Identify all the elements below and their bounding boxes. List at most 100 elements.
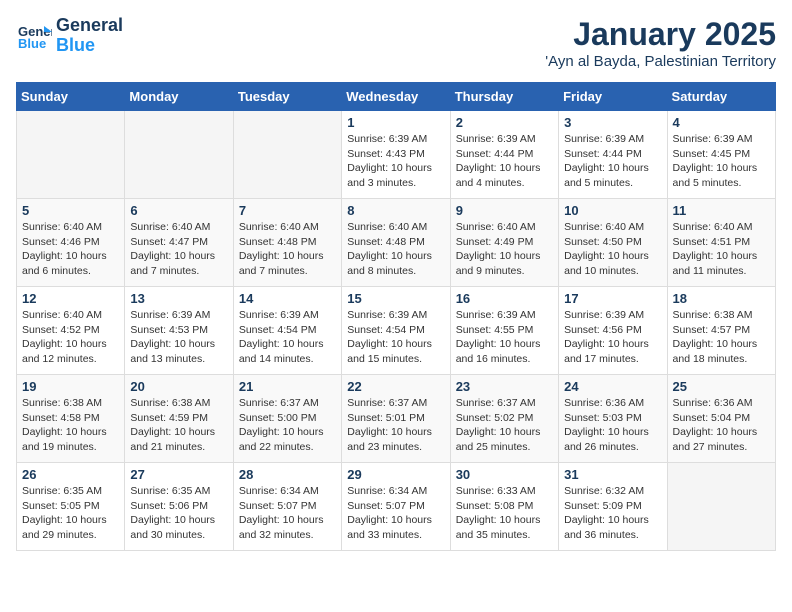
calendar-cell: 1Sunrise: 6:39 AM Sunset: 4:43 PM Daylig… bbox=[342, 111, 450, 199]
calendar-cell: 27 Sunrise: 6:35 AM Sunset: 5:06 PM Dayli… bbox=[125, 463, 233, 551]
day-number: 6 bbox=[130, 203, 227, 218]
day-number: 9 bbox=[456, 203, 553, 218]
calendar-table: SundayMondayTuesdayWednesdayThursdayFrid… bbox=[16, 82, 776, 551]
day-info: Sunrise: 6:40 AM Sunset: 4:48 PM Dayligh… bbox=[239, 220, 336, 279]
calendar-week-5: 26 Sunrise: 6:35 AM Sunset: 5:05 PM Dayli… bbox=[17, 463, 776, 551]
day-number: 5 bbox=[22, 203, 119, 218]
calendar-cell: 22Sunrise: 6:37 AM Sunset: 5:01 PM Dayli… bbox=[342, 375, 450, 463]
day-info: Sunrise: 6:39 AM Sunset: 4:44 PM Dayligh… bbox=[564, 132, 661, 191]
calendar-week-1: 1Sunrise: 6:39 AM Sunset: 4:43 PM Daylig… bbox=[17, 111, 776, 199]
calendar-cell: 8 Sunrise: 6:40 AM Sunset: 4:48 PM Daylig… bbox=[342, 199, 450, 287]
calendar-cell: 15Sunrise: 6:39 AM Sunset: 4:54 PM Dayli… bbox=[342, 287, 450, 375]
day-info: Sunrise: 6:39 AM Sunset: 4:44 PM Dayligh… bbox=[456, 132, 553, 191]
location: 'Ayn al Bayda, Palestinian Territory bbox=[545, 53, 776, 70]
calendar-week-3: 12 Sunrise: 6:40 AM Sunset: 4:52 PM Dayli… bbox=[17, 287, 776, 375]
calendar-cell: 24 Sunrise: 6:36 AM Sunset: 5:03 PM Dayli… bbox=[559, 375, 667, 463]
calendar-cell: 26 Sunrise: 6:35 AM Sunset: 5:05 PM Dayli… bbox=[17, 463, 125, 551]
calendar-cell: 14Sunrise: 6:39 AM Sunset: 4:54 PM Dayli… bbox=[233, 287, 341, 375]
title-area: January 2025 'Ayn al Bayda, Palestinian … bbox=[545, 16, 776, 70]
calendar-cell: 17Sunrise: 6:39 AM Sunset: 4:56 PM Dayli… bbox=[559, 287, 667, 375]
day-info: Sunrise: 6:36 AM Sunset: 5:03 PM Dayligh… bbox=[564, 396, 661, 455]
weekday-header-row: SundayMondayTuesdayWednesdayThursdayFrid… bbox=[17, 83, 776, 111]
logo-text: GeneralBlue bbox=[56, 16, 123, 56]
day-number: 30 bbox=[456, 467, 553, 482]
calendar-cell: 12 Sunrise: 6:40 AM Sunset: 4:52 PM Dayli… bbox=[17, 287, 125, 375]
day-info: Sunrise: 6:39 AM Sunset: 4:53 PM Dayligh… bbox=[130, 308, 227, 367]
day-number: 21 bbox=[239, 379, 336, 394]
day-number: 23 bbox=[456, 379, 553, 394]
calendar-cell: 5 Sunrise: 6:40 AM Sunset: 4:46 PM Daylig… bbox=[17, 199, 125, 287]
day-info: Sunrise: 6:40 AM Sunset: 4:48 PM Dayligh… bbox=[347, 220, 444, 279]
day-info: Sunrise: 6:38 AM Sunset: 4:59 PM Dayligh… bbox=[130, 396, 227, 455]
day-info: Sunrise: 6:39 AM Sunset: 4:55 PM Dayligh… bbox=[456, 308, 553, 367]
day-info: Sunrise: 6:39 AM Sunset: 4:45 PM Dayligh… bbox=[673, 132, 770, 191]
day-info: Sunrise: 6:38 AM Sunset: 4:58 PM Dayligh… bbox=[22, 396, 119, 455]
weekday-header-thursday: Thursday bbox=[450, 83, 558, 111]
day-number: 29 bbox=[347, 467, 444, 482]
day-number: 24 bbox=[564, 379, 661, 394]
day-info: Sunrise: 6:40 AM Sunset: 4:47 PM Dayligh… bbox=[130, 220, 227, 279]
day-info: Sunrise: 6:37 AM Sunset: 5:00 PM Dayligh… bbox=[239, 396, 336, 455]
day-number: 27 bbox=[130, 467, 227, 482]
day-number: 19 bbox=[22, 379, 119, 394]
weekday-header-tuesday: Tuesday bbox=[233, 83, 341, 111]
page-header: General Blue GeneralBlue January 2025 'A… bbox=[16, 16, 776, 70]
calendar-cell: 28Sunrise: 6:34 AM Sunset: 5:07 PM Dayli… bbox=[233, 463, 341, 551]
calendar-cell: 4 Sunrise: 6:39 AM Sunset: 4:45 PM Daylig… bbox=[667, 111, 775, 199]
weekday-header-monday: Monday bbox=[125, 83, 233, 111]
calendar-cell bbox=[667, 463, 775, 551]
calendar-cell: 10 Sunrise: 6:40 AM Sunset: 4:50 PM Dayli… bbox=[559, 199, 667, 287]
day-number: 25 bbox=[673, 379, 770, 394]
calendar-week-4: 19 Sunrise: 6:38 AM Sunset: 4:58 PM Dayli… bbox=[17, 375, 776, 463]
calendar-cell: 20 Sunrise: 6:38 AM Sunset: 4:59 PM Dayli… bbox=[125, 375, 233, 463]
day-info: Sunrise: 6:40 AM Sunset: 4:52 PM Dayligh… bbox=[22, 308, 119, 367]
day-number: 4 bbox=[673, 115, 770, 130]
calendar-cell: 19 Sunrise: 6:38 AM Sunset: 4:58 PM Dayli… bbox=[17, 375, 125, 463]
day-info: Sunrise: 6:34 AM Sunset: 5:07 PM Dayligh… bbox=[347, 484, 444, 543]
svg-text:Blue: Blue bbox=[18, 36, 46, 51]
day-number: 31 bbox=[564, 467, 661, 482]
calendar-cell: 13 Sunrise: 6:39 AM Sunset: 4:53 PM Dayli… bbox=[125, 287, 233, 375]
day-number: 17 bbox=[564, 291, 661, 306]
day-info: Sunrise: 6:40 AM Sunset: 4:50 PM Dayligh… bbox=[564, 220, 661, 279]
day-info: Sunrise: 6:40 AM Sunset: 4:51 PM Dayligh… bbox=[673, 220, 770, 279]
day-info: Sunrise: 6:37 AM Sunset: 5:01 PM Dayligh… bbox=[347, 396, 444, 455]
day-number: 1 bbox=[347, 115, 444, 130]
month-title: January 2025 bbox=[545, 16, 776, 53]
calendar-cell: 6 Sunrise: 6:40 AM Sunset: 4:47 PM Daylig… bbox=[125, 199, 233, 287]
weekday-header-sunday: Sunday bbox=[17, 83, 125, 111]
calendar-cell: 7 Sunrise: 6:40 AM Sunset: 4:48 PM Daylig… bbox=[233, 199, 341, 287]
day-number: 7 bbox=[239, 203, 336, 218]
calendar-cell: 23 Sunrise: 6:37 AM Sunset: 5:02 PM Dayli… bbox=[450, 375, 558, 463]
calendar-week-2: 5 Sunrise: 6:40 AM Sunset: 4:46 PM Daylig… bbox=[17, 199, 776, 287]
day-info: Sunrise: 6:37 AM Sunset: 5:02 PM Dayligh… bbox=[456, 396, 553, 455]
day-info: Sunrise: 6:36 AM Sunset: 5:04 PM Dayligh… bbox=[673, 396, 770, 455]
day-number: 13 bbox=[130, 291, 227, 306]
calendar-cell bbox=[17, 111, 125, 199]
day-number: 11 bbox=[673, 203, 770, 218]
weekday-header-saturday: Saturday bbox=[667, 83, 775, 111]
calendar-cell: 25 Sunrise: 6:36 AM Sunset: 5:04 PM Dayli… bbox=[667, 375, 775, 463]
calendar-cell: 30 Sunrise: 6:33 AM Sunset: 5:08 PM Dayli… bbox=[450, 463, 558, 551]
day-number: 16 bbox=[456, 291, 553, 306]
weekday-header-friday: Friday bbox=[559, 83, 667, 111]
calendar-cell: 18Sunrise: 6:38 AM Sunset: 4:57 PM Dayli… bbox=[667, 287, 775, 375]
day-info: Sunrise: 6:32 AM Sunset: 5:09 PM Dayligh… bbox=[564, 484, 661, 543]
calendar-cell: 3 Sunrise: 6:39 AM Sunset: 4:44 PM Daylig… bbox=[559, 111, 667, 199]
calendar-cell bbox=[233, 111, 341, 199]
day-number: 12 bbox=[22, 291, 119, 306]
day-number: 20 bbox=[130, 379, 227, 394]
day-number: 3 bbox=[564, 115, 661, 130]
day-info: Sunrise: 6:35 AM Sunset: 5:05 PM Dayligh… bbox=[22, 484, 119, 543]
calendar-cell: 9Sunrise: 6:40 AM Sunset: 4:49 PM Daylig… bbox=[450, 199, 558, 287]
day-info: Sunrise: 6:35 AM Sunset: 5:06 PM Dayligh… bbox=[130, 484, 227, 543]
day-number: 8 bbox=[347, 203, 444, 218]
day-info: Sunrise: 6:40 AM Sunset: 4:46 PM Dayligh… bbox=[22, 220, 119, 279]
day-number: 26 bbox=[22, 467, 119, 482]
day-number: 15 bbox=[347, 291, 444, 306]
calendar-cell: 31 Sunrise: 6:32 AM Sunset: 5:09 PM Dayli… bbox=[559, 463, 667, 551]
logo: General Blue GeneralBlue bbox=[16, 16, 123, 56]
day-number: 10 bbox=[564, 203, 661, 218]
calendar-cell: 2Sunrise: 6:39 AM Sunset: 4:44 PM Daylig… bbox=[450, 111, 558, 199]
day-info: Sunrise: 6:33 AM Sunset: 5:08 PM Dayligh… bbox=[456, 484, 553, 543]
